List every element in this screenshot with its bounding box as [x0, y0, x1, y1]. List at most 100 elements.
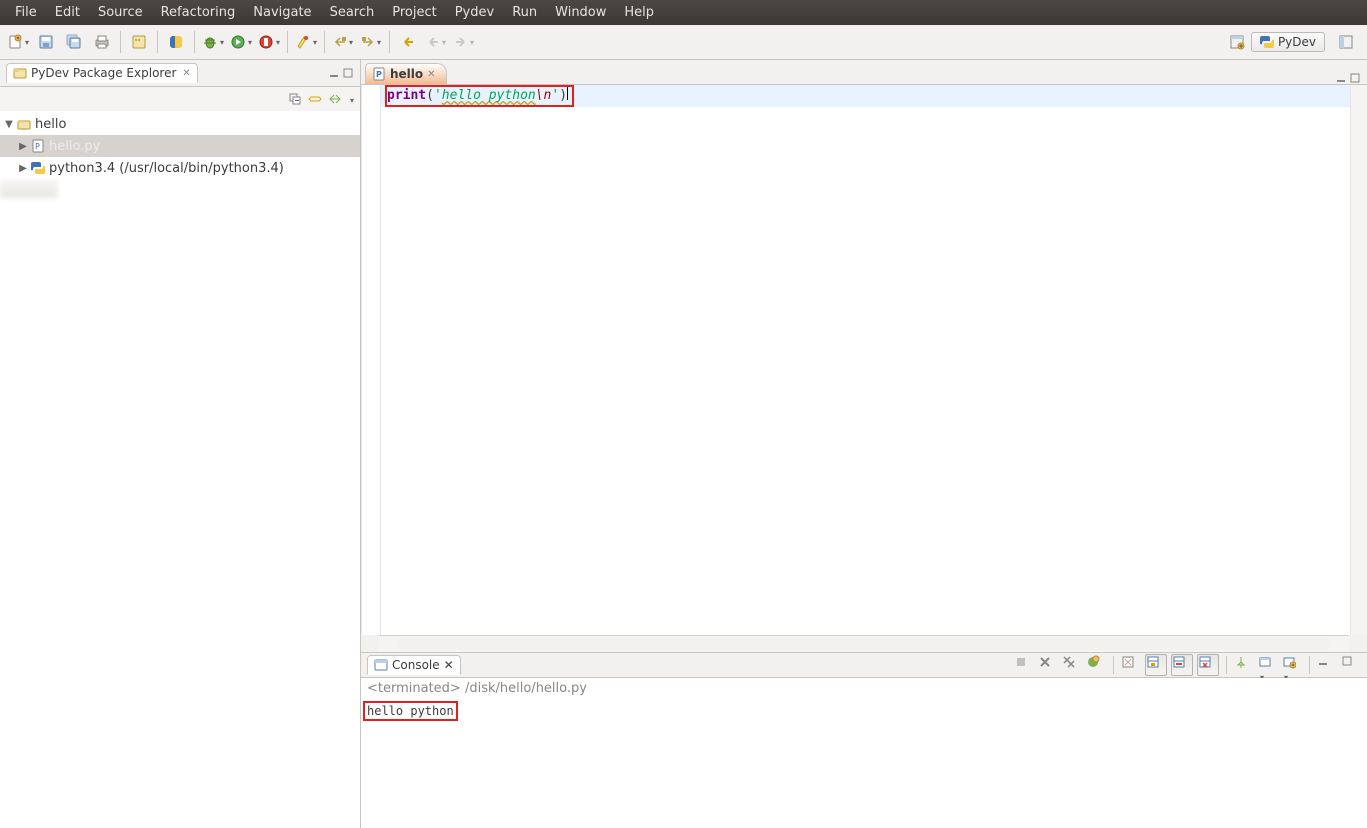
print-button[interactable]	[90, 30, 114, 54]
back-history-button[interactable]	[424, 30, 448, 54]
package-explorer-icon	[13, 66, 27, 80]
tree-file[interactable]: ▶ P hello.py	[0, 135, 360, 157]
editor-gutter[interactable]	[361, 85, 381, 635]
editor-tabbar: P hello ✕	[361, 60, 1367, 85]
python-file-icon: P	[372, 67, 386, 81]
perspective-label: PyDev	[1278, 35, 1316, 49]
filter-button[interactable]	[328, 92, 342, 106]
new-python-module-button[interactable]	[164, 30, 188, 54]
remove-all-terminated-button[interactable]	[1062, 655, 1082, 675]
collapse-all-button[interactable]	[288, 92, 302, 106]
editor-and-console: P hello ✕ print('hello python\n')	[361, 60, 1367, 828]
menu-edit[interactable]: Edit	[46, 0, 89, 25]
package-tree[interactable]: ▼ hello ▶ P hello.py ▶ python3.4 (/usr/l…	[0, 111, 360, 828]
explorer-tabbar: PyDev Package Explorer ✕	[0, 60, 360, 87]
show-on-output-button[interactable]	[1171, 654, 1193, 676]
display-selected-console-button[interactable]	[1258, 655, 1278, 675]
text-cursor	[567, 87, 568, 100]
open-perspective-button[interactable]	[1225, 30, 1249, 54]
show-on-error-button[interactable]	[1197, 654, 1219, 676]
menu-search[interactable]: Search	[321, 0, 384, 25]
run-button[interactable]	[229, 30, 253, 54]
tree-blur-item[interactable]	[0, 180, 58, 198]
tree-project[interactable]: ▼ hello	[0, 113, 360, 135]
menu-file[interactable]: File	[6, 0, 46, 25]
terminate-button[interactable]	[1014, 655, 1034, 675]
view-menu-button[interactable]	[348, 92, 354, 106]
console-toolbar	[1014, 654, 1361, 676]
explorer-title: PyDev Package Explorer	[31, 66, 176, 80]
overview-ruler[interactable]	[1350, 85, 1367, 635]
remove-launch-button[interactable]	[1038, 655, 1058, 675]
new-pydev-project-button[interactable]	[127, 30, 151, 54]
code-area[interactable]: print('hello python\n')	[381, 85, 1350, 635]
maximize-editor-button[interactable]	[1349, 72, 1361, 84]
save-button[interactable]	[34, 30, 58, 54]
pin-console-button[interactable]	[1234, 655, 1254, 675]
maximize-view-button[interactable]	[342, 67, 354, 79]
console-output: hello python	[361, 699, 1367, 723]
console-status-path: /disk/hello/hello.py	[465, 681, 587, 696]
menu-help[interactable]: Help	[615, 0, 663, 25]
project-icon	[16, 116, 32, 132]
python-icon	[30, 160, 46, 176]
debug-button[interactable]	[201, 30, 225, 54]
maximize-console-button[interactable]	[1341, 655, 1361, 675]
other-perspective-button[interactable]	[1331, 30, 1361, 54]
python-icon	[1260, 35, 1274, 49]
tree-interpreter[interactable]: ▶ python3.4 (/usr/local/bin/python3.4)	[0, 157, 360, 179]
highlight-box: print('hello python\n')	[385, 85, 574, 107]
link-with-editor-button[interactable]	[308, 92, 322, 106]
open-console-button[interactable]	[1282, 655, 1302, 675]
twisty-closed-icon[interactable]: ▶	[16, 163, 30, 174]
menu-pydev[interactable]: Pydev	[446, 0, 503, 25]
prev-annotation-button[interactable]	[331, 30, 355, 54]
explorer-tab[interactable]: PyDev Package Explorer ✕	[6, 63, 198, 83]
forward-history-button[interactable]	[452, 30, 476, 54]
search-lucene-button[interactable]	[294, 30, 318, 54]
minimize-editor-button[interactable]	[1335, 72, 1347, 84]
last-edit-location-button[interactable]	[396, 30, 420, 54]
tree-project-label: hello	[35, 117, 66, 132]
svg-text:P: P	[35, 142, 40, 151]
editor-horizontal-scrollbar[interactable]	[379, 635, 1349, 652]
menu-window[interactable]: Window	[546, 0, 615, 25]
console-status-prefix: <terminated>	[367, 681, 461, 696]
next-annotation-button[interactable]	[359, 30, 383, 54]
close-icon[interactable]: ✕	[427, 69, 435, 80]
pydev-perspective-button[interactable]: PyDev	[1251, 32, 1325, 52]
menu-run[interactable]: Run	[503, 0, 546, 25]
editor-area: P hello ✕ print('hello python\n')	[361, 60, 1367, 653]
highlight-box: hello python	[363, 701, 458, 721]
scroll-lock-button[interactable]	[1145, 654, 1167, 676]
new-button[interactable]	[6, 30, 30, 54]
console-tabbar: Console ✕	[361, 653, 1367, 678]
menu-project[interactable]: Project	[383, 0, 445, 25]
menu-refactoring[interactable]: Refactoring	[152, 0, 245, 25]
close-icon[interactable]: ✕	[444, 658, 454, 672]
console-view: Console ✕	[361, 653, 1367, 828]
twisty-closed-icon[interactable]: ▶	[16, 141, 30, 152]
twisty-open-icon[interactable]: ▼	[2, 119, 16, 130]
editor-body[interactable]: print('hello python\n')	[361, 85, 1367, 635]
console-icon	[374, 658, 388, 672]
editor-tab-hello[interactable]: P hello ✕	[365, 63, 447, 84]
console-title: Console	[392, 658, 440, 672]
save-all-button[interactable]	[62, 30, 86, 54]
menu-source[interactable]: Source	[89, 0, 152, 25]
menu-navigate[interactable]: Navigate	[244, 0, 320, 25]
minimize-view-button[interactable]	[328, 67, 340, 79]
package-explorer-view: PyDev Package Explorer ✕ ▼ hello ▶ P	[0, 60, 361, 828]
link-console-button[interactable]	[1086, 655, 1106, 675]
menubar: File Edit Source Refactoring Navigate Se…	[0, 0, 1367, 25]
console-body[interactable]: <terminated> /disk/hello/hello.py hello …	[361, 678, 1367, 828]
external-tools-button[interactable]	[257, 30, 281, 54]
close-icon[interactable]: ✕	[182, 68, 190, 79]
code-line-1[interactable]: print('hello python\n')	[381, 85, 1350, 107]
tree-file-label: hello.py	[49, 139, 100, 154]
clear-console-button[interactable]	[1121, 655, 1141, 675]
console-tab[interactable]: Console ✕	[367, 655, 461, 675]
minimize-console-button[interactable]	[1317, 655, 1337, 675]
python-file-icon: P	[30, 138, 46, 154]
explorer-toolbar	[0, 87, 360, 111]
